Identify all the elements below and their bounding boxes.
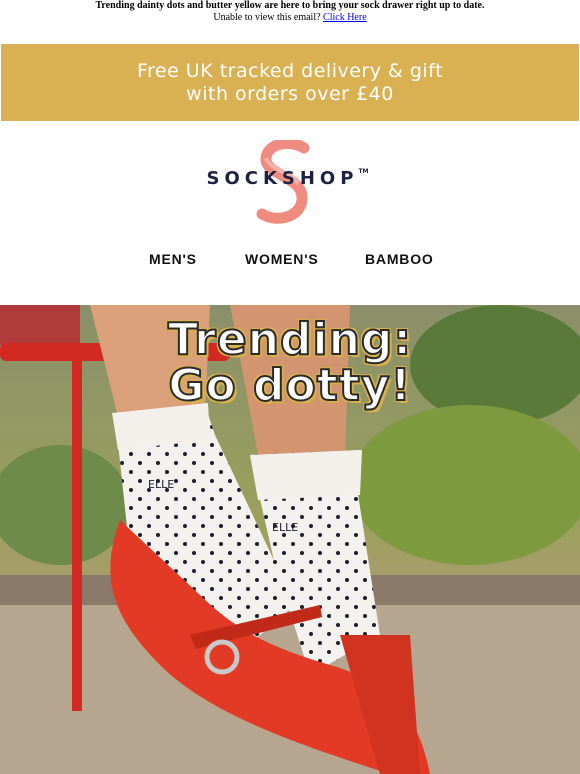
nav-item-womens[interactable]: WOMEN'S	[245, 251, 318, 267]
hero-title-line-2: Go dotty!	[167, 360, 412, 411]
nav-item-bamboo[interactable]: BAMBOO	[365, 251, 434, 267]
hero-title-line-1: Trending:	[167, 314, 413, 365]
preheader: Trending dainty dots and butter yellow a…	[0, 0, 580, 30]
preheader-headline: Trending dainty dots and butter yellow a…	[95, 0, 485, 11]
nav-item-mens[interactable]: MEN'S	[149, 251, 197, 267]
view-in-browser-link[interactable]: Click Here	[323, 12, 367, 23]
sock-brand-label-2: ELLE	[272, 521, 298, 534]
sock-brand-label-1: ELLE	[148, 478, 174, 491]
hero-headline: Trending: Go dotty!	[0, 314, 580, 411]
unable-to-view-text: Unable to view this email?	[213, 12, 321, 23]
logo-trademark: TM	[358, 168, 369, 175]
hero-image[interactable]: ELLE ELLE Trending: Go dotty!	[0, 305, 580, 774]
logo-wordmark-text: SOCKSHOP	[206, 168, 359, 189]
banner-line-1: Free UK tracked delivery & gift	[136, 60, 444, 82]
sockshop-logo[interactable]: SOCKSHOPTM	[0, 130, 580, 230]
banner-line-2: with orders over £40	[186, 83, 394, 105]
logo-wordmark: SOCKSHOPTM	[200, 168, 375, 189]
delivery-banner[interactable]: Free UK tracked delivery & gift with ord…	[1, 44, 579, 121]
main-nav: MEN'S WOMEN'S BAMBOO	[0, 251, 580, 271]
